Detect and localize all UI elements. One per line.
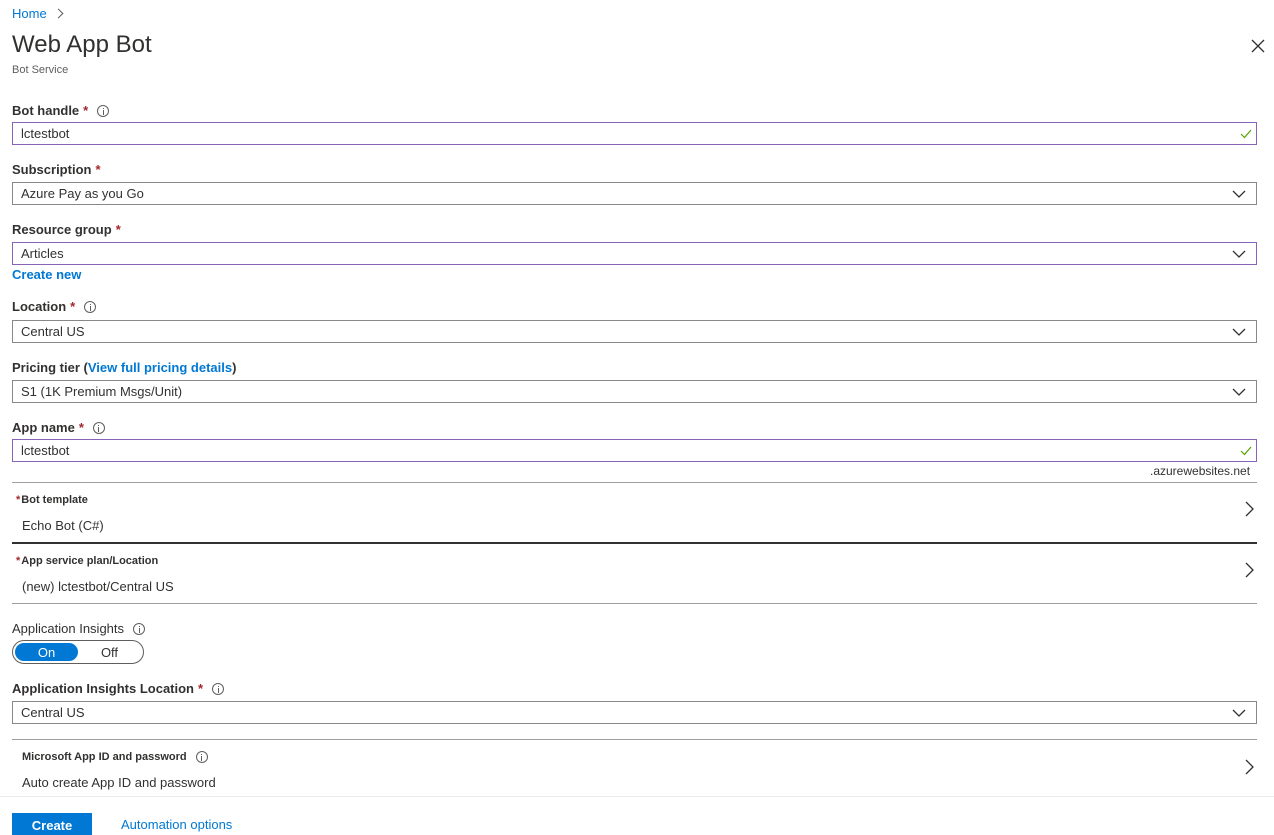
- info-icon[interactable]: [212, 682, 225, 695]
- breadcrumb-home-link[interactable]: Home: [12, 6, 47, 21]
- close-icon: [1251, 39, 1265, 53]
- bot-template-value: Echo Bot (C#): [22, 518, 104, 533]
- bot-template-label-text: Bot template: [21, 494, 88, 506]
- required-marker: *: [115, 222, 121, 237]
- automation-options-link[interactable]: Automation options: [121, 817, 232, 832]
- create-button[interactable]: Create: [12, 813, 92, 835]
- chevron-right-icon: [1245, 501, 1254, 517]
- required-marker: *: [95, 162, 101, 177]
- info-icon[interactable]: [97, 104, 110, 117]
- bot-handle-label-text: Bot handle: [12, 103, 80, 118]
- subscription-dropdown[interactable]: Azure Pay as you Go: [12, 182, 1257, 205]
- location-label: Location *: [12, 299, 97, 314]
- pricing-tier-label: Pricing tier ( View full pricing details…: [12, 360, 236, 375]
- app-service-plan-selector[interactable]: * App service plan/Location (new) lctest…: [12, 545, 1257, 603]
- divider: [12, 482, 1257, 483]
- app-name-domain-suffix: .azurewebsites.net: [1150, 464, 1251, 478]
- info-icon[interactable]: [84, 300, 97, 313]
- bot-handle-input[interactable]: lctestbot: [12, 122, 1257, 145]
- subscription-value: Azure Pay as you Go: [21, 186, 144, 201]
- subscription-label-text: Subscription: [12, 162, 92, 177]
- app-insights-location-label-text: Application Insights Location: [12, 681, 194, 696]
- app-name-value: lctestbot: [21, 443, 70, 458]
- chevron-down-icon: [1232, 709, 1246, 717]
- location-label-text: Location: [12, 299, 67, 314]
- app-insights-location-label: Application Insights Location *: [12, 681, 225, 696]
- resource-group-dropdown[interactable]: Articles: [12, 242, 1257, 265]
- chevron-right-icon: [1245, 759, 1254, 775]
- required-marker: *: [78, 420, 84, 435]
- check-icon: [1240, 129, 1252, 139]
- create-new-link[interactable]: Create new: [12, 267, 81, 282]
- info-icon[interactable]: [133, 622, 146, 635]
- location-dropdown[interactable]: Central US: [12, 320, 1257, 343]
- pricing-tier-label-text: Pricing tier (: [12, 360, 88, 375]
- bot-handle-label: Bot handle *: [12, 103, 110, 118]
- footer-divider: [0, 796, 1274, 797]
- ms-app-id-selector[interactable]: Microsoft App ID and password Auto creat…: [12, 741, 1257, 795]
- breadcrumb: Home: [12, 6, 64, 21]
- info-icon[interactable]: [195, 751, 208, 763]
- required-marker: *: [16, 555, 21, 567]
- divider: [12, 739, 1257, 740]
- pricing-tier-dropdown[interactable]: S1 (1K Premium Msgs/Unit): [12, 380, 1257, 403]
- close-button[interactable]: [1248, 36, 1268, 56]
- required-marker: *: [83, 103, 89, 118]
- ms-app-id-value: Auto create App ID and password: [22, 775, 216, 790]
- divider: [12, 603, 1257, 604]
- bot-handle-value: lctestbot: [21, 126, 70, 141]
- info-icon[interactable]: [92, 421, 105, 434]
- app-service-plan-label-text: App service plan/Location: [21, 555, 159, 567]
- subscription-label: Subscription *: [12, 162, 101, 177]
- chevron-down-icon: [1232, 190, 1246, 198]
- app-insights-location-dropdown[interactable]: Central US: [12, 701, 1257, 724]
- required-marker: *: [198, 681, 204, 696]
- resource-group-label: Resource group *: [12, 222, 121, 237]
- app-name-label: App name *: [12, 420, 105, 435]
- ms-app-id-label: Microsoft App ID and password: [16, 751, 208, 763]
- app-insights-label-text: Application Insights: [12, 621, 125, 636]
- required-marker: *: [16, 494, 21, 506]
- chevron-down-icon: [1232, 388, 1246, 396]
- app-insights-toggle[interactable]: On Off: [12, 640, 144, 664]
- app-service-plan-label: * App service plan/Location: [16, 555, 158, 567]
- ms-app-id-label-text: Microsoft App ID and password: [22, 751, 187, 763]
- chevron-down-icon: [1232, 250, 1246, 258]
- required-marker: *: [70, 299, 76, 314]
- chevron-right-icon: [1245, 562, 1254, 578]
- resource-group-value: Articles: [21, 246, 64, 261]
- app-name-input[interactable]: lctestbot: [12, 439, 1257, 462]
- toggle-on-option[interactable]: On: [15, 643, 78, 661]
- page-subtitle: Bot Service: [12, 64, 69, 76]
- app-name-label-text: App name: [12, 420, 75, 435]
- page-title: Web App Bot: [12, 31, 152, 58]
- chevron-right-icon: [53, 8, 64, 19]
- resource-group-label-text: Resource group: [12, 222, 112, 237]
- app-insights-label: Application Insights: [12, 621, 146, 636]
- pricing-tier-label-suffix: ): [232, 360, 237, 375]
- bot-template-label: * Bot template: [16, 494, 88, 506]
- pricing-tier-value: S1 (1K Premium Msgs/Unit): [21, 384, 183, 399]
- location-value: Central US: [21, 324, 85, 339]
- toggle-off-option[interactable]: Off: [78, 645, 141, 660]
- chevron-down-icon: [1232, 328, 1246, 336]
- bot-template-selector[interactable]: * Bot template Echo Bot (C#): [12, 484, 1257, 542]
- view-pricing-link[interactable]: View full pricing details: [88, 360, 232, 375]
- app-insights-location-value: Central US: [21, 705, 85, 720]
- check-icon: [1240, 446, 1252, 456]
- app-service-plan-value: (new) lctestbot/Central US: [22, 579, 174, 594]
- divider: [12, 542, 1257, 544]
